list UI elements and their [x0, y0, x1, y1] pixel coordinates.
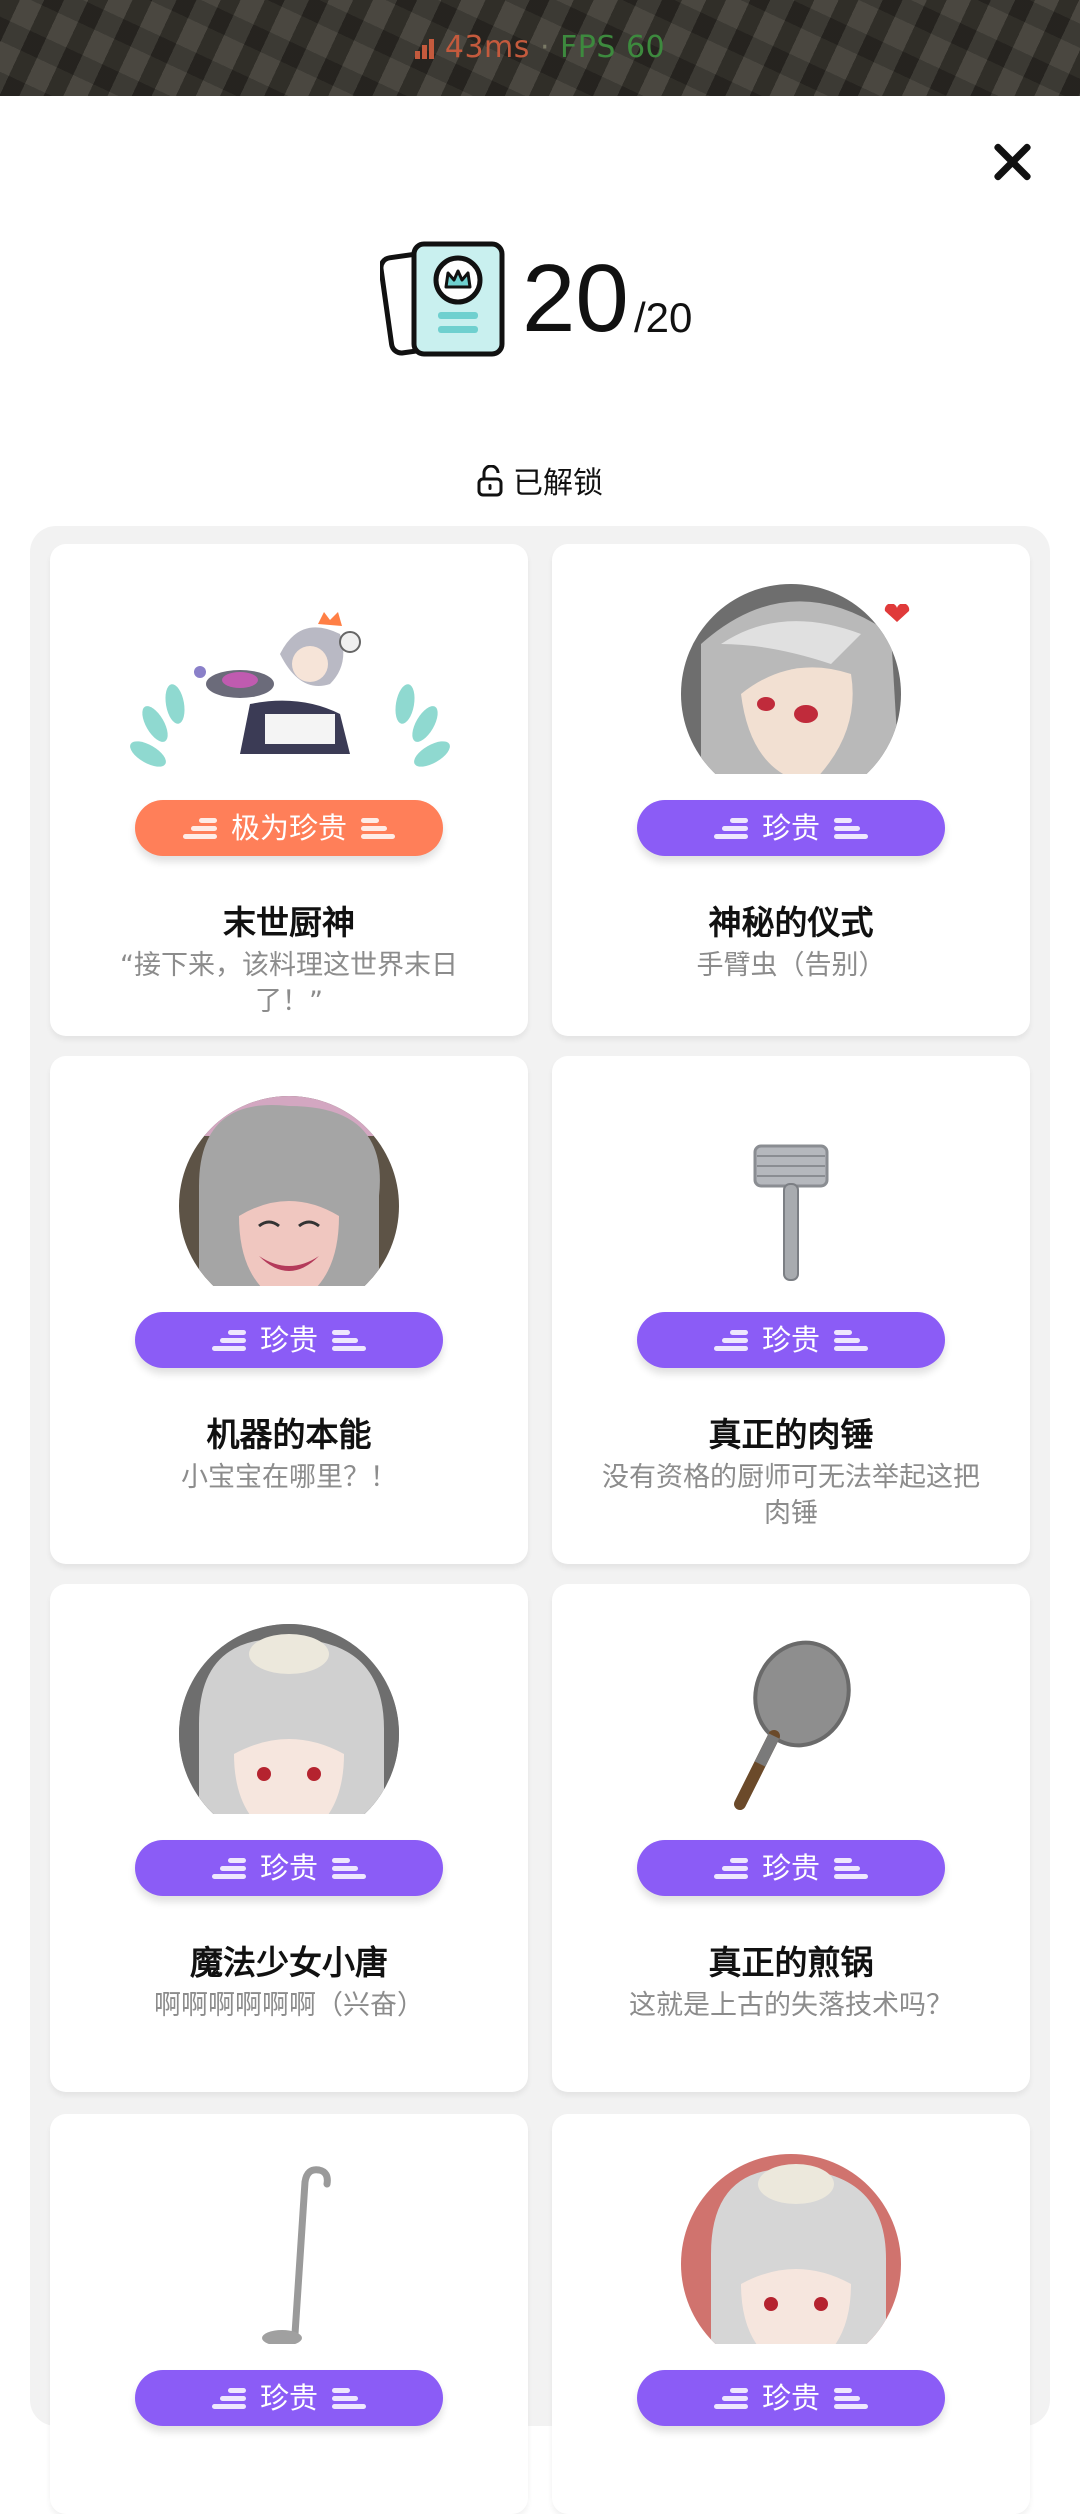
achievement-card[interactable]: 珍贵	[552, 2114, 1030, 2514]
achievement-art	[50, 1096, 528, 1286]
total-count: /20	[634, 294, 693, 341]
rank-bars-icon	[713, 2384, 748, 2414]
section-label-text: 已解锁	[513, 466, 603, 501]
rank-bars-icon	[834, 2384, 868, 2414]
achievement-desc: 没有资格的厨师可无法举起这把肉锤	[602, 1462, 980, 1529]
rarity-badge: 珍贵	[637, 1312, 945, 1368]
collection-card-icon	[380, 241, 505, 357]
achievement-card[interactable]: 珍贵 神秘的仪式 手臂虫（告别）	[552, 544, 1030, 1036]
unlocked-count: 20	[522, 245, 629, 352]
achievement-art	[50, 584, 528, 774]
rarity-badge: 珍贵	[135, 1312, 443, 1368]
achievement-desc: 啊啊啊啊啊啊（兴奋）	[154, 1990, 424, 2021]
status-strip: 43ms · FPS 60	[0, 0, 1080, 96]
achievement-art	[552, 1624, 1030, 1814]
rarity-badge: 珍贵	[135, 1840, 443, 1896]
portrait-image	[179, 1096, 399, 1286]
rarity-badge: 珍贵	[637, 800, 945, 856]
achievement-card[interactable]: 珍贵	[50, 2114, 528, 2514]
achievement-art	[552, 2154, 1030, 2344]
achievement-title: 魔法少女小唐	[190, 1943, 388, 1982]
rarity-badge: 珍贵	[637, 1840, 945, 1896]
rank-bars-icon	[834, 1854, 868, 1884]
achievement-title: 末世厨神	[223, 903, 355, 942]
achievement-desc: 小宝宝在哪里？！	[181, 1462, 397, 1493]
ladle-image	[262, 2166, 331, 2344]
rank-bars-icon	[182, 814, 217, 844]
signal-icon	[414, 37, 439, 59]
rank-bars-icon	[361, 814, 395, 844]
achievement-desc: 手臂虫（告别）	[696, 950, 886, 981]
rank-bars-icon	[332, 1326, 366, 1356]
achievement-card[interactable]: 珍贵 魔法少女小唐 啊啊啊啊啊啊（兴奋）	[50, 1584, 528, 2092]
unlock-icon	[477, 465, 503, 497]
separator: ·	[539, 30, 550, 65]
achievement-art	[552, 584, 1030, 774]
achievement-card[interactable]: 珍贵 真正的肉锤 没有资格的厨师可无法举起这把肉锤	[552, 1056, 1030, 1564]
achievement-title: 真正的肉锤	[708, 1415, 874, 1454]
close-icon[interactable]	[990, 140, 1034, 184]
rank-bars-icon	[332, 1854, 366, 1884]
rank-bars-icon	[211, 2384, 246, 2414]
achievement-card[interactable]: 珍贵 机器的本能 小宝宝在哪里？！	[50, 1056, 528, 1564]
performance-readout: 43ms · FPS 60	[0, 30, 1080, 65]
rarity-badge: 珍贵	[637, 2370, 945, 2426]
rank-bars-icon	[211, 1326, 246, 1356]
portrait-image	[681, 584, 901, 774]
portrait-image	[681, 2154, 901, 2344]
achievement-title: 真正的煎锅	[708, 1943, 874, 1982]
rank-bars-icon	[713, 1854, 748, 1884]
rank-bars-icon	[211, 1854, 246, 1884]
rank-bars-icon	[713, 1326, 748, 1356]
achievement-card[interactable]: 珍贵 真正的煎锅 这就是上古的失落技术吗？	[552, 1584, 1030, 2092]
rarity-badge: 极为珍贵	[135, 800, 443, 856]
achievement-art	[50, 2154, 528, 2344]
latency-text: 43ms	[444, 30, 530, 65]
achievement-desc: “接下来，该料理这世界末日了！”	[120, 950, 458, 1017]
achievement-grid: 极为珍贵 末世厨神 “接下来，该料理这世界末日了！” 珍贵 神秘的仪式 手臂虫（…	[30, 526, 1050, 2514]
rank-bars-icon	[834, 814, 868, 844]
achievement-title: 机器的本能	[206, 1415, 372, 1454]
rank-bars-icon	[834, 1326, 868, 1356]
achievement-desc: 这就是上古的失落技术吗？	[629, 1990, 953, 2021]
rank-bars-icon	[332, 2384, 366, 2414]
achievement-card[interactable]: 极为珍贵 末世厨神 “接下来，该料理这世界末日了！”	[50, 544, 528, 1036]
portrait-image	[179, 1624, 399, 1814]
achievement-title: 神秘的仪式	[708, 903, 874, 942]
rarity-badge: 珍贵	[135, 2370, 443, 2426]
fps-text: FPS 60	[560, 30, 666, 65]
unlocked-section-label: 已解锁	[0, 458, 1080, 502]
meat-mallet-image	[753, 1144, 829, 1281]
rank-bars-icon	[713, 814, 748, 844]
achievement-art	[50, 1624, 528, 1814]
achievement-art	[552, 1096, 1030, 1286]
frying-pan-image	[734, 1640, 851, 1810]
